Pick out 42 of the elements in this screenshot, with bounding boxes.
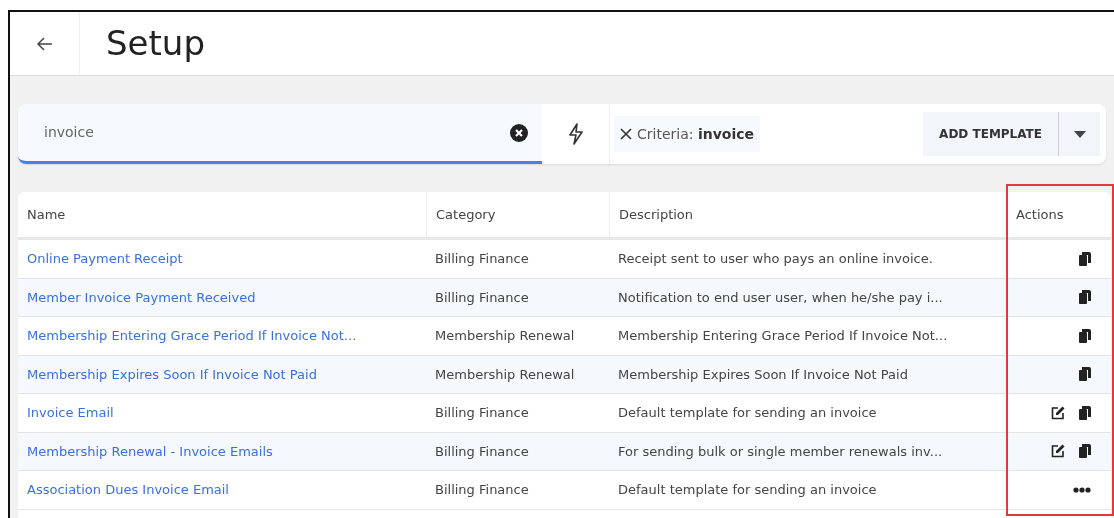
template-name-link[interactable]: Membership Expires Soon If Invoice Not Paid (27, 366, 317, 382)
copy-icon[interactable] (1079, 251, 1091, 266)
category-text: Billing Finance (435, 289, 529, 305)
description-text: Receipt sent to user who pays an online invoice. (618, 251, 933, 266)
template-name-link[interactable]: Invoice Email (27, 405, 114, 420)
description-text: Membership Entering Grace Period If Invoice Not... (618, 328, 948, 343)
template-name-link[interactable]: Membership Renewal - Invoice Emails (27, 443, 273, 459)
column-header: Actions (1016, 205, 1064, 224)
column-header: Category (436, 205, 496, 224)
category-text: Membership Renewal (435, 328, 575, 343)
edit-icon[interactable] (1051, 444, 1065, 459)
template-name-link[interactable]: Online Payment Receipt (27, 251, 183, 266)
page-title: Setup (106, 22, 205, 65)
description-text: Membership Expires Soon If Invoice Not Paid (618, 366, 908, 382)
column-header: Name (27, 206, 66, 222)
caret-icon (1073, 130, 1086, 138)
copy-icon[interactable] (1079, 367, 1091, 382)
copy-icon[interactable] (1079, 328, 1091, 343)
template-name-link[interactable]: Membership Entering Grace Period If Invoice Not... (27, 328, 357, 343)
category-text: Billing Finance (435, 443, 529, 459)
category-text: Billing Finance (435, 405, 529, 420)
category-text: Membership Renewal (435, 366, 575, 382)
description-text: Default template for sending an invoice (618, 405, 877, 420)
copy-icon[interactable] (1079, 405, 1091, 420)
template-name-link[interactable]: Member Invoice Payment Received (27, 289, 256, 305)
filter-chip[interactable]: Criteria: invoice (614, 116, 761, 152)
category-text: Billing Finance (435, 482, 529, 497)
column-header: Description (619, 205, 694, 224)
description-text: Default template for sending an invoice (618, 482, 877, 497)
edit-icon[interactable] (1051, 405, 1065, 420)
lightning-icon[interactable] (567, 123, 584, 145)
more-icon[interactable] (1073, 486, 1091, 493)
template-name-link[interactable]: Association Dues Invoice Email (27, 482, 229, 497)
category-text: Billing Finance (435, 251, 529, 266)
search-field[interactable]: invoice (18, 104, 542, 164)
description-text: Notification to end user user, when he/she pay i... (618, 289, 943, 305)
copy-icon[interactable] (1079, 444, 1091, 459)
clear-icon[interactable] (510, 124, 528, 142)
description-text: For sending bulk or single member renewals inv... (618, 443, 943, 459)
copy-icon[interactable] (1079, 290, 1091, 305)
back-arrow-icon[interactable] (36, 36, 53, 51)
close-icon (620, 128, 632, 140)
